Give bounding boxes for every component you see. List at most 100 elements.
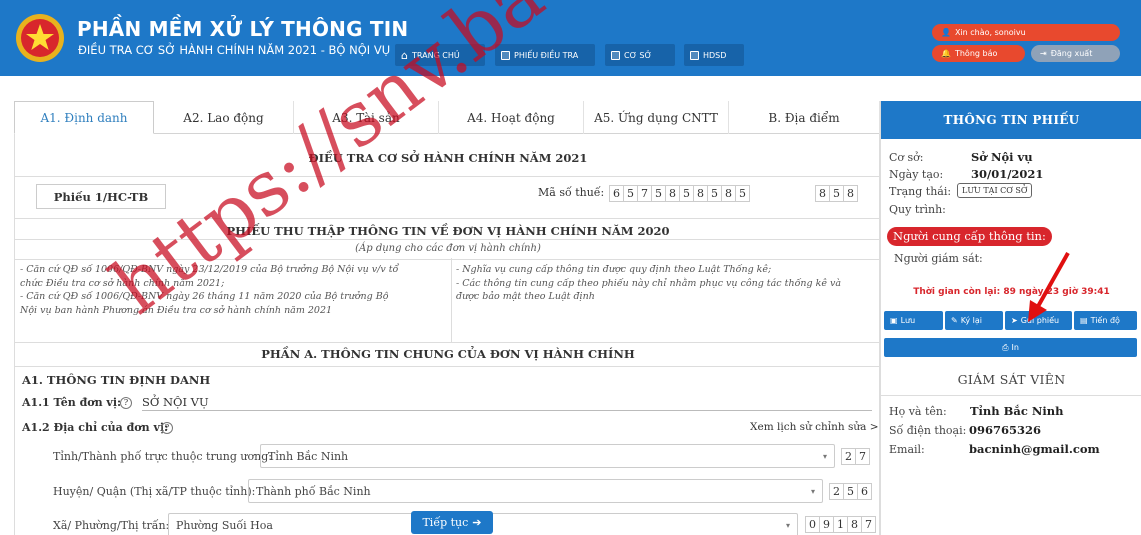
- supervisor-phone-label: Số điện thoại:: [889, 424, 967, 437]
- status-badge: LƯU TẠI CƠ SỞ: [957, 183, 1033, 198]
- provider-badge[interactable]: Người cung cấp thông tin:: [887, 227, 1052, 246]
- legal-basis-right: - Nghĩa vụ cung cấp thông tin được quy đ…: [456, 263, 841, 304]
- supervisor-phone-value: 096765326: [969, 423, 1042, 437]
- district-select[interactable]: Thành phố Bắc Ninh ▾: [248, 479, 823, 503]
- app-title: PHẦN MỀM XỬ LÝ THÔNG TIN: [77, 17, 409, 41]
- code-digit-cell[interactable]: 5: [707, 185, 722, 202]
- notification-label: Thông báo: [954, 49, 998, 58]
- save-button[interactable]: ▣ Lưu: [884, 311, 943, 330]
- nav-guide-label: HDSD: [703, 50, 727, 60]
- continue-button[interactable]: Tiếp tục ➔: [411, 511, 493, 534]
- legal-left-line: chức Điều tra cơ sở hành chính năm 2021;: [20, 277, 225, 289]
- nav-home[interactable]: ⌂ TRANG CHỦ: [395, 44, 485, 66]
- user-greeting[interactable]: 👤 Xin chào, sonoivu: [932, 24, 1120, 41]
- logout-button[interactable]: ⇥ Đăng xuất: [1031, 45, 1120, 62]
- tab-activities[interactable]: A4. Hoạt động: [439, 101, 584, 134]
- send-form-button[interactable]: ➤ Gửi phiếu: [1005, 311, 1072, 330]
- arrow-right-icon: ➔: [472, 516, 482, 529]
- collect-title: PHIẾU THU THẬP THÔNG TIN VỀ ĐƠN VỊ HÀNH …: [226, 224, 670, 238]
- monitor-label: Người giám sát:: [894, 252, 983, 265]
- status-label: Trạng thái:: [889, 185, 952, 198]
- help-icon[interactable]: ?: [120, 397, 132, 409]
- ward-code-cells[interactable]: 09187: [805, 516, 876, 533]
- district-code-cells[interactable]: 256: [829, 483, 872, 500]
- code-digit-cell[interactable]: 5: [679, 185, 694, 202]
- logout-icon: ⇥: [1040, 49, 1047, 58]
- ward-label: Xã/ Phường/Thị trấn:: [53, 519, 170, 532]
- continue-label: Tiếp tục: [422, 516, 469, 529]
- resign-button[interactable]: ✎ Ký lại: [945, 311, 1003, 330]
- code-digit-cell[interactable]: 7: [861, 516, 876, 533]
- code-digit-cell[interactable]: 1: [833, 516, 848, 533]
- code-digit-cell[interactable]: 8: [693, 185, 708, 202]
- help-icon[interactable]: ?: [161, 422, 173, 434]
- nav-guide[interactable]: HDSD: [684, 44, 744, 66]
- greeting-text: Xin chào, sonoivu: [954, 28, 1026, 37]
- a1-section-title: A1. THÔNG TIN ĐỊNH DANH: [22, 373, 211, 387]
- code-digit-cell[interactable]: 5: [829, 185, 844, 202]
- facility-value: Sở Nội vụ: [971, 150, 1033, 164]
- province-value: Tỉnh Bắc Ninh: [268, 449, 349, 463]
- supervisor-title: GIÁM SÁT VIÊN: [957, 372, 1066, 387]
- code-digit-cell[interactable]: 7: [855, 448, 870, 465]
- time-remaining: Thời gian còn lại: 89 ngày 23 giờ 39:41: [913, 287, 1110, 297]
- code-digit-cell[interactable]: 8: [847, 516, 862, 533]
- chevron-down-icon: ▾: [785, 520, 790, 530]
- bell-icon: 🔔: [941, 49, 951, 58]
- code-digit-cell[interactable]: 2: [829, 483, 844, 500]
- code-digit-cell[interactable]: 8: [815, 185, 830, 202]
- nav-facility[interactable]: CƠ SỞ: [605, 44, 675, 66]
- sign-icon: ✎: [951, 316, 958, 325]
- code-digit-cell[interactable]: 5: [623, 185, 638, 202]
- progress-button[interactable]: ▤ Tiến độ: [1074, 311, 1137, 330]
- survey-title: ĐIỀU TRA CƠ SỞ HÀNH CHÍNH NĂM 2021: [308, 151, 588, 165]
- supervisor-email-label: Email:: [889, 443, 925, 456]
- code-digit-cell[interactable]: 5: [843, 483, 858, 500]
- tab-identification[interactable]: A1. Định danh: [14, 101, 154, 134]
- code-digit-cell[interactable]: 8: [843, 185, 858, 202]
- code-digit-cell[interactable]: 5: [735, 185, 750, 202]
- code-digit-cell[interactable]: 0: [805, 516, 820, 533]
- print-label: In: [1011, 343, 1019, 352]
- document-icon: [501, 50, 510, 60]
- code-digit-cell[interactable]: 5: [651, 185, 666, 202]
- info-panel-title: THÔNG TIN PHIẾU: [881, 101, 1141, 139]
- code-digit-cell[interactable]: 9: [819, 516, 834, 533]
- tab-it-application[interactable]: A5. Ứng dụng CNTT: [584, 101, 729, 134]
- edit-history-link[interactable]: Xem lịch sử chỉnh sửa >: [750, 421, 879, 433]
- district-value: Thành phố Bắc Ninh: [256, 484, 371, 498]
- legal-left-line: - Căn cứ QĐ số 1006/QĐ-BNV ngày 26 tháng…: [20, 291, 389, 302]
- tab-assets[interactable]: A3. Tài sản: [294, 101, 439, 134]
- province-code-cells[interactable]: 27: [841, 448, 870, 465]
- tab-labor[interactable]: A2. Lao động: [154, 101, 294, 134]
- code-digit-cell[interactable]: 2: [841, 448, 856, 465]
- legal-right-line: được bảo mật theo Luật định: [456, 291, 595, 302]
- save-label: Lưu: [900, 316, 916, 325]
- nav-survey-forms-label: PHIẾU ĐIỀU TRA: [514, 50, 579, 60]
- form-info-panel: THÔNG TIN PHIẾU Cơ sở: Sở Nội vụ Ngày tạ…: [880, 101, 1141, 535]
- notification-button[interactable]: 🔔 Thông báo: [932, 45, 1025, 62]
- code-digit-cell[interactable]: 6: [857, 483, 872, 500]
- legal-right-line: - Nghĩa vụ cung cấp thông tin được quy đ…: [456, 264, 772, 275]
- province-select[interactable]: Tỉnh Bắc Ninh ▾: [260, 444, 835, 468]
- code-digit-cell[interactable]: 7: [637, 185, 652, 202]
- code-digit-cell[interactable]: 6: [609, 185, 624, 202]
- chevron-down-icon: ▾: [810, 486, 815, 496]
- nav-home-label: TRANG CHỦ: [411, 50, 460, 60]
- province-label: Tỉnh/Thành phố trực thuộc trung ương:: [53, 450, 272, 463]
- print-button[interactable]: ⎙ In: [884, 338, 1137, 357]
- resign-label: Ký lại: [960, 316, 982, 325]
- code-digit-cell[interactable]: 8: [721, 185, 736, 202]
- tax-code-suffix-cells[interactable]: 858: [815, 185, 858, 202]
- tax-code-cells[interactable]: 6575858585: [609, 185, 750, 202]
- facility-label: Cơ sở:: [889, 151, 924, 164]
- supervisor-email-value: bacninh@gmail.com: [969, 442, 1100, 456]
- book-icon: [690, 50, 699, 60]
- app-header: PHẦN MỀM XỬ LÝ THÔNG TIN ĐIỀU TRA CƠ SỞ …: [0, 0, 1141, 76]
- nav-survey-forms[interactable]: PHIẾU ĐIỀU TRA: [495, 44, 595, 66]
- code-digit-cell[interactable]: 8: [665, 185, 680, 202]
- legal-right-line: - Các thông tin cung cấp theo phiếu này …: [456, 277, 842, 289]
- logout-label: Đăng xuất: [1050, 49, 1093, 58]
- tab-location[interactable]: B. Địa điểm: [729, 101, 880, 134]
- unit-name-input[interactable]: SỞ NỘI VỤ: [142, 395, 872, 411]
